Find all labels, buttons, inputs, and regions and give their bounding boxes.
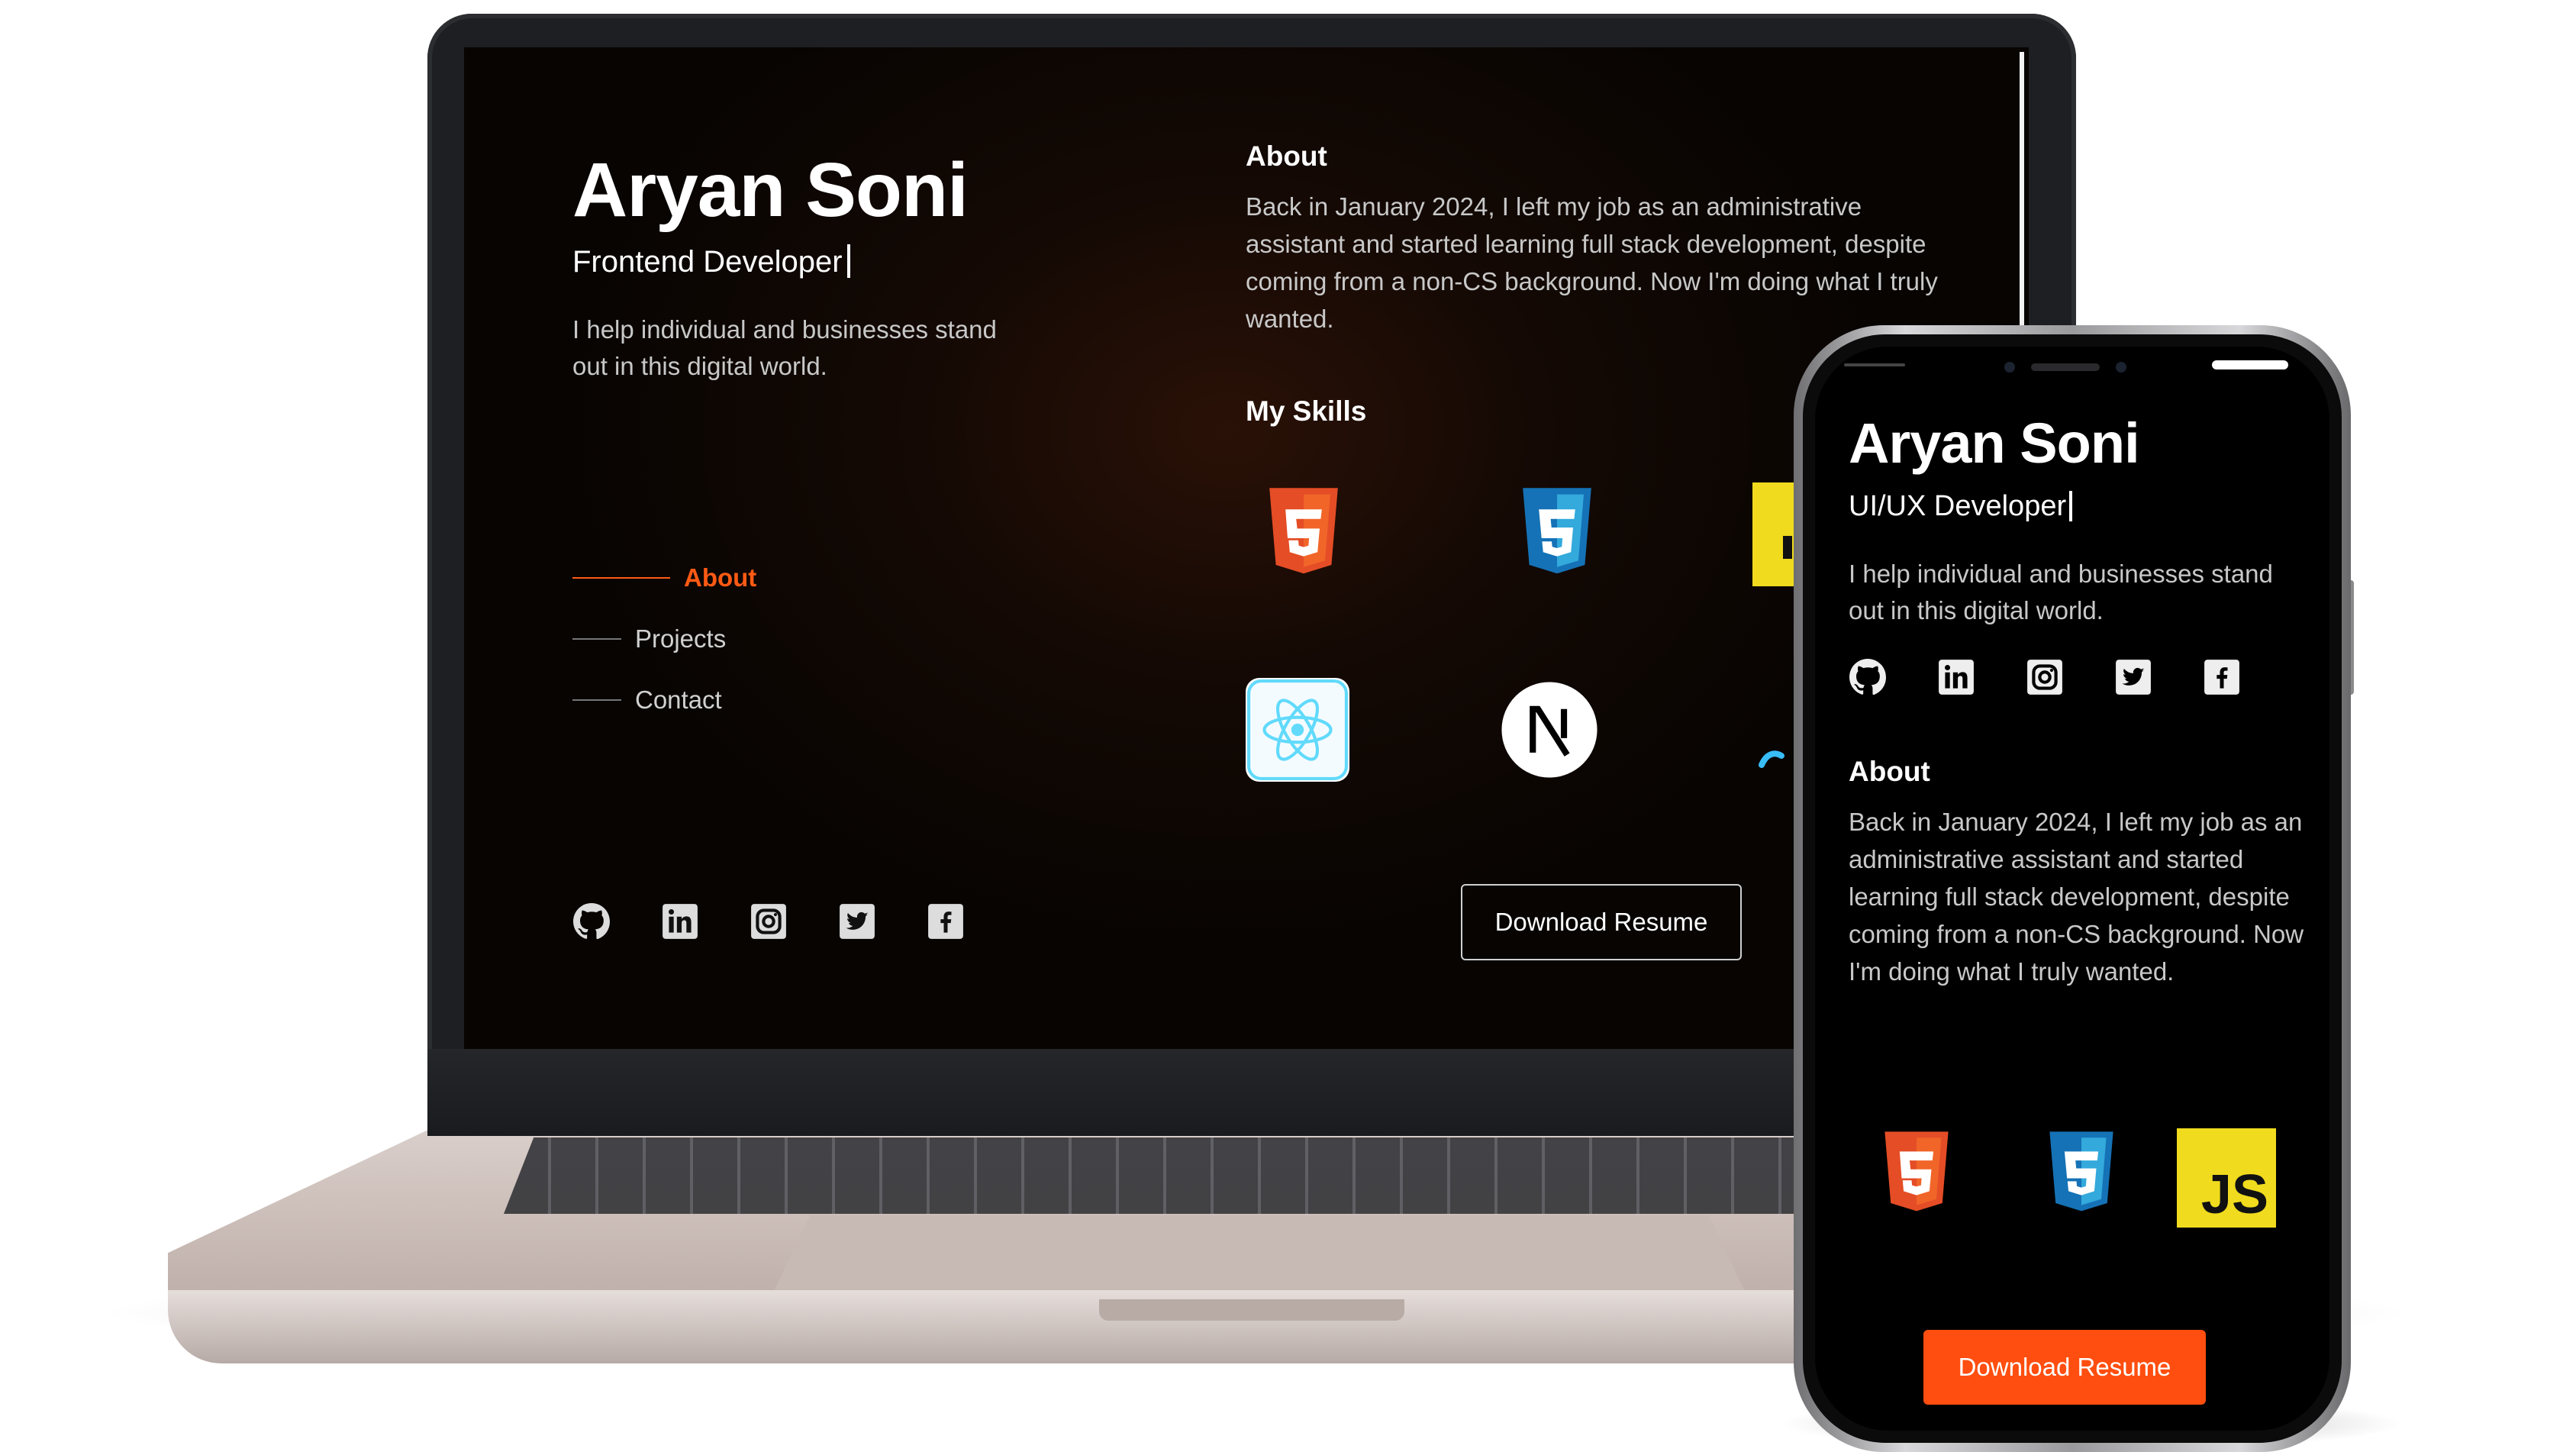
download-resume-button[interactable]: Download Resume xyxy=(1461,884,1742,960)
hero-role: UI/UX Developer xyxy=(1849,490,2073,523)
html5-icon xyxy=(1250,479,1357,586)
css3-icon xyxy=(1504,479,1610,586)
hero-name: Aryan Soni xyxy=(572,147,969,233)
about-text: Back in January 2024, I left my job as a… xyxy=(1246,192,1938,333)
social-links xyxy=(572,902,965,941)
linkedin-icon[interactable] xyxy=(661,902,699,941)
about-heading: About xyxy=(1849,756,1930,787)
nav-indicator xyxy=(572,699,621,701)
html5-icon xyxy=(1867,1124,1966,1223)
react-icon xyxy=(1246,678,1349,782)
github-icon[interactable] xyxy=(572,902,611,941)
download-resume-button[interactable]: Download Resume xyxy=(1923,1330,2206,1405)
css3-icon xyxy=(2032,1124,2131,1223)
nav-item-contact[interactable]: Contact xyxy=(572,686,722,715)
phone-screen: Aryan Soni UI/UX Developer I help indivi… xyxy=(1815,347,2329,1431)
twitter-icon[interactable] xyxy=(838,902,876,941)
sensor-icon xyxy=(2116,362,2126,373)
earpiece-speaker xyxy=(2031,363,2100,371)
hero-tagline: I help individual and businesses stand o… xyxy=(1849,560,2273,624)
hero-name: Aryan Soni xyxy=(1849,411,2140,475)
js-label: JS xyxy=(2200,1164,2268,1225)
nav-item-projects[interactable]: Projects xyxy=(572,624,726,653)
tailwind-icon xyxy=(1754,734,1800,780)
nextjs-icon xyxy=(1498,678,1601,782)
javascript-icon: JS xyxy=(2177,1128,2276,1228)
nav-label: About xyxy=(684,563,757,592)
laptop-keyboard xyxy=(504,1137,2000,1214)
github-icon[interactable] xyxy=(1849,658,1887,696)
nav-label: Contact xyxy=(635,686,722,714)
status-bar-right xyxy=(2212,360,2288,369)
twitter-icon[interactable] xyxy=(2114,658,2152,696)
about-heading: About xyxy=(1246,140,1327,172)
typing-caret xyxy=(2069,491,2073,521)
nav-label: Projects xyxy=(635,624,727,653)
instagram-icon[interactable] xyxy=(750,902,788,941)
skills-heading: My Skills xyxy=(1246,395,1367,427)
linkedin-icon[interactable] xyxy=(1937,658,1975,696)
nav-indicator xyxy=(572,638,621,640)
front-camera-icon xyxy=(2004,362,2015,373)
about-text: Back in January 2024, I left my job as a… xyxy=(1849,808,2304,986)
instagram-icon[interactable] xyxy=(2026,658,2064,696)
js-glyph-fragment xyxy=(1783,536,1792,559)
laptop-front-notch xyxy=(1099,1299,1404,1321)
typing-caret xyxy=(846,244,850,278)
hero-role: Frontend Developer xyxy=(572,244,850,279)
facebook-icon[interactable] xyxy=(2203,658,2241,696)
nav-item-about[interactable]: About xyxy=(572,563,756,592)
laptop-trackpad xyxy=(771,1215,1748,1298)
social-links xyxy=(1849,658,2241,696)
hero-tagline: I help individual and businesses stand o… xyxy=(572,315,997,380)
status-bar-left xyxy=(1844,363,1905,366)
nav-indicator xyxy=(572,577,670,579)
facebook-icon[interactable] xyxy=(927,902,965,941)
